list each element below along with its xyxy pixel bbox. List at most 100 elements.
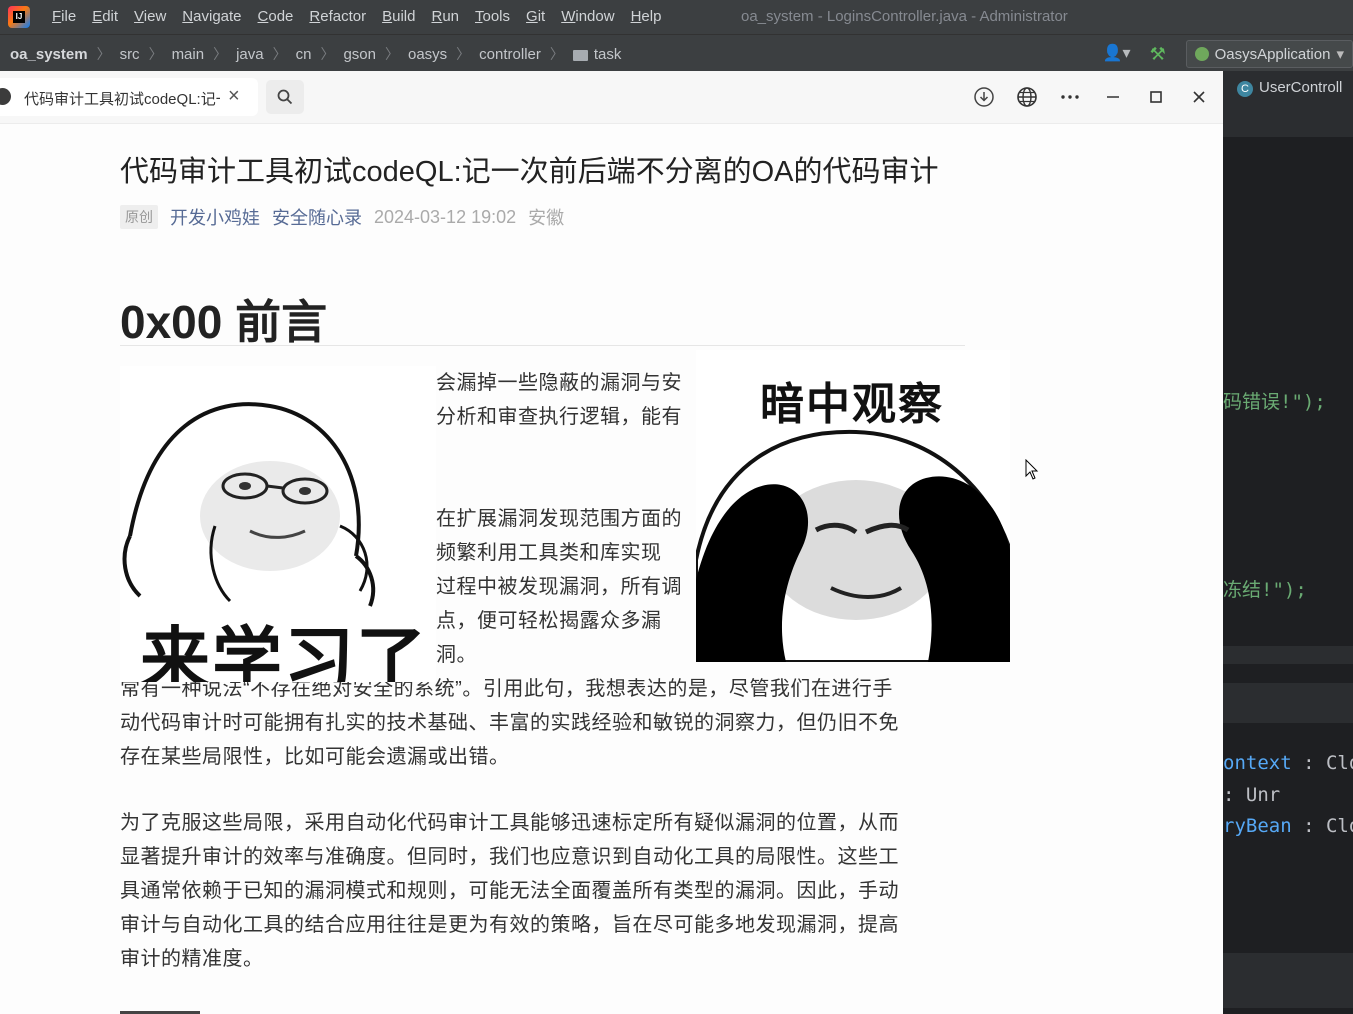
menu-build[interactable]: Build [382, 8, 415, 25]
mouse-cursor-icon [1025, 459, 1039, 480]
breadcrumb-task[interactable]: task [594, 46, 622, 63]
chevron-right-icon: 〉 [148, 46, 163, 62]
paragraph-3: 常有一种说法“不存在绝对安全的系统”。引用此句，我想表达的是，尽管我们在进行手 … [120, 672, 966, 774]
editor-gutter-bar [1223, 107, 1353, 137]
editor-tab-strip: C UserControll [1223, 71, 1353, 107]
maximize-icon[interactable] [1144, 84, 1168, 110]
original-badge: 原创 [120, 205, 158, 229]
toolbar-right: 👤▾ ⚒ OasysApplication ▾ [1102, 39, 1353, 69]
main-menu: File Edit View Navigate Code Refactor Bu… [52, 8, 661, 25]
search-button[interactable] [266, 80, 304, 114]
variable-name: ryBean [1223, 815, 1292, 837]
article-meta: 原创 开发小鸡娃 安全随心录 2024-03-12 19:02 安徽 [120, 204, 564, 230]
reader-window-controls [972, 84, 1211, 110]
text-line: 审计与自动化工具的结合应用往往是更为有效的策略，旨在尽可能多地发现漏洞，提高 [120, 914, 899, 936]
text-line: 为了克服这些局限，采用自动化代码审计工具能够迅速标定所有疑似漏洞的位置，从而 [120, 812, 899, 834]
editor-tab-usercontroller[interactable]: C UserControll [1237, 79, 1342, 97]
close-tab-icon[interactable]: × [228, 85, 240, 108]
class-icon: C [1237, 81, 1253, 97]
menu-run[interactable]: Run [431, 8, 459, 25]
chevron-down-icon: ▾ [1336, 46, 1344, 63]
breadcrumb: oa_system 〉 src 〉 main 〉 java 〉 cn 〉 gson 〉 oa… [10, 44, 621, 64]
meme-peeking-illustration [696, 429, 1010, 662]
editor-bottom-bar [1223, 953, 1353, 1008]
breadcrumb-cn[interactable]: cn [296, 46, 312, 63]
text-line: 动代码审计时可能拥有扎实的技术基础、丰富的实践经验和敏锐的洞察力，但仍旧不免 [120, 712, 899, 734]
breadcrumb-gson[interactable]: gson [343, 46, 376, 63]
publish-location: 安徽 [528, 208, 565, 228]
menu-file[interactable]: File [52, 8, 76, 25]
menu-edit[interactable]: Edit [92, 8, 118, 25]
editor-tab-label: UserControll [1259, 79, 1343, 96]
variable-type: : Clo [1303, 815, 1353, 837]
editor-panel-divider [1223, 646, 1353, 664]
close-window-icon[interactable] [1187, 84, 1211, 110]
breadcrumb-controller[interactable]: controller [479, 46, 541, 63]
meme-sticker-watching: 暗中观察 [696, 350, 1010, 662]
menu-code[interactable]: Code [258, 8, 294, 25]
more-options-icon[interactable] [1058, 84, 1082, 110]
variable-row: : Unr [1223, 784, 1280, 806]
variable-type: : Clo [1303, 752, 1353, 774]
user-dropdown-icon[interactable]: 👤▾ [1102, 42, 1132, 66]
paragraph-2: 在扩展漏洞发现范围方面的 频繁利用工具类和库实现 过程中被发现漏洞，所有调 点，… [436, 502, 698, 672]
article-title: 代码审计工具初试codeQL:记一次前后端不分离的OA的代码审计 [120, 156, 939, 188]
text-line: 存在某些局限性，比如可能会遗漏或出错。 [120, 746, 510, 768]
menu-help[interactable]: Help [631, 8, 662, 25]
chevron-right-icon: 〉 [213, 46, 228, 62]
section-heading: 0x00 前言 [120, 296, 328, 348]
menu-git[interactable]: Git [526, 8, 545, 25]
paragraph-4: 为了克服这些局限，采用自动化代码审计工具能够迅速标定所有疑似漏洞的位置，从而 显… [120, 806, 966, 976]
text-line: 过程中被发现漏洞，所有调 [436, 576, 682, 598]
avatar-favicon-icon [0, 88, 11, 105]
breadcrumb-project[interactable]: oa_system [10, 46, 88, 63]
spring-boot-icon [1194, 47, 1209, 61]
text-line: 具通常依赖于已知的漏洞模式和规则，可能无法全面覆盖所有类型的漏洞。因此，手动 [120, 880, 899, 902]
text-line: 审计的精准度。 [120, 948, 264, 970]
window-title: oa_system - LoginsController.java - Admi… [741, 8, 1068, 25]
code-line: 冻结!"); [1223, 575, 1307, 602]
breadcrumb-oasys[interactable]: oasys [408, 46, 447, 63]
folder-icon [572, 49, 588, 61]
breadcrumb-src[interactable]: src [120, 46, 140, 63]
debug-panel-header [1223, 683, 1353, 723]
chevron-right-icon: 〉 [272, 46, 287, 62]
chevron-right-icon: 〉 [384, 46, 399, 62]
reader-tab-bar: 代码审计工具初试codeQL:记一次前后端不分离的OA的代码审计 × [0, 71, 1223, 124]
variable-row: ontext : Clo [1223, 752, 1353, 774]
navigation-bar: oa_system 〉 src 〉 main 〉 java 〉 cn 〉 gson 〉 oa… [0, 34, 1353, 72]
chevron-right-icon: 〉 [320, 46, 335, 62]
run-configuration-selector[interactable]: OasysApplication ▾ [1185, 40, 1353, 68]
breadcrumb-main[interactable]: main [172, 46, 205, 63]
menu-navigate[interactable]: Navigate [182, 8, 241, 25]
code-string: 码错误!"); [1223, 391, 1326, 413]
menu-window[interactable]: Window [561, 8, 614, 25]
text-line: 分析和审查执行逻辑，能有 [436, 406, 682, 428]
sticker-caption-left: 来学习了 [140, 621, 428, 682]
globe-icon[interactable] [1015, 84, 1039, 110]
text-line: 在扩展漏洞发现范围方面的 [436, 508, 682, 530]
text-line: 显著提升审计的效率与准确度。但同时，我们也应意识到自动化工具的局限性。这些工 [120, 846, 899, 868]
minimize-icon[interactable] [1101, 84, 1125, 110]
text-line: 会漏掉一些隐蔽的漏洞与安 [436, 372, 682, 394]
menu-view[interactable]: View [134, 8, 166, 25]
variable-row: ryBean : Clo [1223, 815, 1353, 837]
breadcrumb-java[interactable]: java [236, 46, 264, 63]
code-line: 码错误!"); [1223, 387, 1326, 414]
author-link[interactable]: 开发小鸡娃 [170, 204, 260, 230]
intellij-logo-icon[interactable]: IJ [8, 6, 30, 28]
menu-refactor[interactable]: Refactor [309, 8, 366, 25]
download-icon[interactable] [972, 84, 996, 110]
chevron-right-icon: 〉 [96, 46, 111, 62]
next-heading-fragment [120, 1004, 240, 1014]
build-hammer-icon[interactable]: ⚒ [1150, 43, 1172, 65]
reader-tab-title: 代码审计工具初试codeQL:记一次前后端不分离的OA的代码审计 [24, 91, 220, 108]
menu-tools[interactable]: Tools [475, 8, 510, 25]
code-editor[interactable]: C UserControll 码错误!"); 冻结!"); ontext : Cl… [1223, 71, 1353, 1014]
publish-date: 2024-03-12 19:02 [374, 206, 517, 227]
text-line: 点，便可轻松揭露众多漏洞。 [436, 610, 662, 666]
reader-tab[interactable]: 代码审计工具初试codeQL:记一次前后端不分离的OA的代码审计 × [0, 78, 258, 116]
code-string: 冻结!"); [1223, 579, 1307, 601]
account-link[interactable]: 安全随心录 [272, 204, 362, 230]
variable-name: ontext [1223, 752, 1292, 774]
